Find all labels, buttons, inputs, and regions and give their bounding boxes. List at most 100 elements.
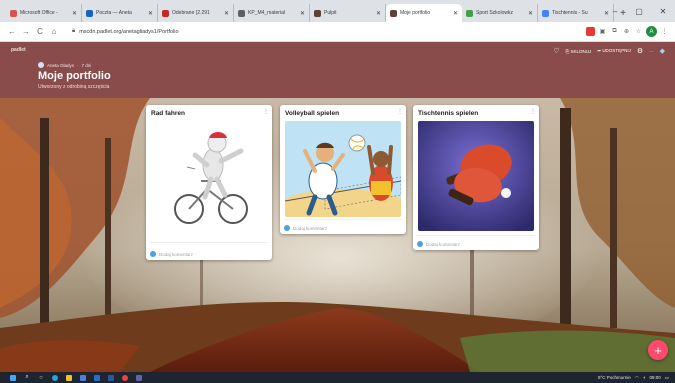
taskbar: ⌕ ○ 9°C Pochmurnie ◠ ◖ 08:00 ▭	[0, 372, 675, 383]
remake-button[interactable]: ⎘ SKLONUJ	[566, 49, 592, 54]
page-title: Moje portfolio	[38, 70, 111, 82]
separator: ·	[77, 62, 79, 68]
close-icon[interactable]: ✕	[376, 10, 381, 17]
comment-placeholder: Dodaj komentarz	[159, 251, 194, 257]
page-subtitle: Utworzony z odrobiną szczęścia	[38, 84, 110, 90]
wifi-icon[interactable]: ◠	[635, 375, 639, 381]
close-icon[interactable]: ✕	[300, 10, 305, 17]
tab-kp-material[interactable]: KP_M4_material ✕	[234, 4, 310, 22]
clock[interactable]: 08:00	[649, 375, 660, 380]
bird-icon[interactable]: ◆	[660, 47, 665, 55]
back-button[interactable]: ←	[6, 25, 18, 39]
maximize-button[interactable]: ▢	[627, 0, 651, 22]
url-field[interactable]: 🔒︎ mscdn.padlet.org/anetagliadys1/Portfo…	[68, 25, 580, 39]
word-icon[interactable]	[104, 373, 118, 382]
card-divider	[417, 235, 535, 236]
tab-label: KP_M4_material	[248, 10, 285, 16]
extension-icon[interactable]	[586, 27, 595, 36]
explorer-icon[interactable]	[62, 373, 76, 382]
author-avatar	[38, 62, 44, 68]
heart-icon[interactable]: ♡	[553, 47, 559, 55]
post-card[interactable]: Volleyball spielen ⋮ Dodaj komentarz	[280, 105, 406, 234]
search-icon[interactable]: ⌕	[20, 373, 34, 382]
more-button[interactable]: ···	[649, 49, 654, 54]
close-icon[interactable]: ✕	[224, 10, 229, 17]
tab-label: Tischtennis - Su	[552, 10, 588, 16]
tab-pulpit[interactable]: Pulpit ✕	[310, 4, 386, 22]
weather-status[interactable]: 9°C Pochmurnie	[598, 375, 631, 380]
share-label: UDOSTĘPNIJ	[602, 48, 631, 53]
office-icon	[10, 9, 17, 17]
close-icon[interactable]: ✕	[72, 10, 77, 17]
more-options-icon[interactable]: ⋮	[263, 108, 269, 115]
kebab-menu-icon[interactable]: ⋮	[660, 27, 669, 36]
padlet-icon	[314, 9, 321, 17]
remake-label: SKLONUJ	[570, 48, 592, 54]
tab-moje-portfolio[interactable]: Moje portfolio ✕	[386, 4, 462, 22]
cyclist-image[interactable]	[151, 121, 267, 233]
padlet-header: padlet Aneta Gładys · 7 dni Moje portfol…	[0, 42, 675, 98]
task-view-icon[interactable]: ○	[34, 373, 48, 382]
reload-button[interactable]: C	[34, 25, 46, 39]
tab-label: Moje portfolio	[400, 10, 431, 16]
add-comment-field[interactable]: Dodaj komentarz	[150, 251, 193, 257]
close-icon[interactable]: ✕	[528, 10, 533, 17]
sheet-icon	[466, 9, 473, 17]
more-options-icon[interactable]: ⋮	[397, 108, 403, 115]
close-icon[interactable]: ✕	[453, 10, 458, 17]
edge-icon[interactable]	[48, 373, 62, 382]
volume-icon[interactable]: ◖	[643, 375, 646, 380]
system-tray: 9°C Pochmurnie ◠ ◖ 08:00 ▭	[598, 372, 669, 383]
author-name: Aneta Gładys	[47, 62, 75, 68]
commenter-avatar	[284, 225, 290, 231]
share-button[interactable]: ➦ UDOSTĘPNIJ	[597, 48, 631, 54]
post-card[interactable]: Rad fahren ⋮ Dodaj komentarz	[146, 105, 272, 260]
add-comment-field[interactable]: Dodaj komentarz	[284, 225, 327, 231]
notifications-icon[interactable]: ▭	[665, 375, 669, 381]
gear-icon[interactable]: ⚙	[637, 47, 643, 55]
volleyball-illustration	[285, 121, 401, 217]
post-card[interactable]: Tischtennis spielen ⋮ Dodaj komentarz	[413, 105, 539, 250]
mail-app-icon[interactable]	[90, 373, 104, 382]
volleyball-image[interactable]	[285, 121, 401, 217]
store-icon[interactable]	[76, 373, 90, 382]
card-divider	[284, 219, 402, 220]
add-post-button[interactable]: +	[648, 340, 668, 360]
tab-poczta[interactable]: Poczta — Aneta ✕	[82, 4, 158, 22]
tab-sport[interactable]: Sport Szkolowkz ✕	[462, 4, 538, 22]
extensions-area: ▣ ⧉ ⊕ ☆ A ⋮	[586, 26, 669, 37]
home-button[interactable]: ⌂	[48, 25, 60, 39]
card-divider	[150, 242, 268, 243]
extension-icon[interactable]: ⧉	[610, 27, 619, 36]
commenter-avatar	[150, 251, 156, 257]
close-icon[interactable]: ✕	[148, 10, 153, 17]
padlet-logo[interactable]: padlet	[11, 47, 26, 53]
more-options-icon[interactable]: ⋮	[530, 108, 536, 115]
card-title: Rad fahren	[151, 110, 185, 117]
header-actions: ♡ ⎘ SKLONUJ ➦ UDOSTĘPNIJ ⚙ ··· ◆	[553, 47, 665, 55]
add-comment-field[interactable]: Dodaj komentarz	[417, 241, 460, 247]
minimize-button[interactable]: ‒	[603, 0, 627, 22]
mail-icon	[86, 9, 93, 17]
address-bar: ← → C ⌂ 🔒︎ mscdn.padlet.org/anetagliadys…	[0, 22, 675, 42]
forward-button[interactable]: →	[20, 25, 32, 39]
star-icon[interactable]: ☆	[634, 27, 643, 36]
extension-icon[interactable]: ▣	[598, 27, 607, 36]
padlet-icon	[390, 9, 397, 17]
windows-start-icon[interactable]	[6, 373, 20, 382]
commenter-avatar	[417, 241, 423, 247]
post-age: 7 dni	[81, 62, 92, 68]
lock-icon: 🔒︎	[72, 28, 76, 34]
tab-gmail[interactable]: Odebrane (2.291 ✕	[158, 4, 234, 22]
extension-icon[interactable]: ⊕	[622, 27, 631, 36]
close-window-button[interactable]: ✕	[651, 0, 675, 22]
teams-icon[interactable]	[132, 373, 146, 382]
tab-label: Microsoft Office -	[20, 10, 58, 16]
chrome-icon[interactable]	[118, 373, 132, 382]
tab-microsoft-office[interactable]: Microsoft Office - ✕	[6, 4, 82, 22]
table-tennis-image[interactable]	[418, 121, 534, 231]
ping-pong-illustration	[418, 121, 534, 231]
padlet-page: padlet Aneta Gładys · 7 dni Moje portfol…	[0, 42, 675, 372]
profile-avatar[interactable]: A	[646, 26, 657, 37]
card-title: Tischtennis spielen	[418, 110, 479, 117]
